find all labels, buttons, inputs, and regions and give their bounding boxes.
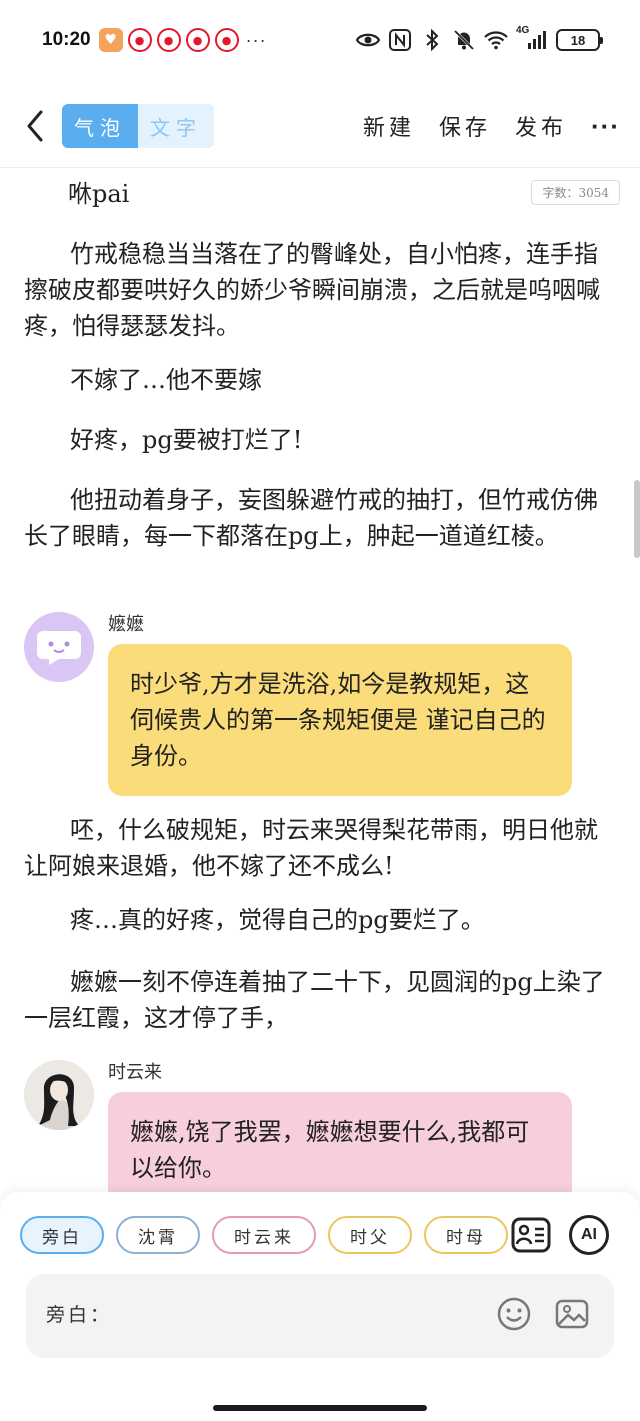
chat-bubble-icon [37, 631, 81, 665]
tab-bubble[interactable]: 气泡 [62, 104, 138, 148]
bluetooth-icon [420, 28, 444, 52]
new-button[interactable]: 新建 [363, 110, 415, 142]
back-button[interactable] [20, 106, 50, 146]
more-menu-button[interactable]: ··· [591, 111, 620, 142]
content-input[interactable] [122, 1294, 482, 1334]
input-box: 旁白： [26, 1274, 614, 1358]
heart-app-icon: ♥ [98, 28, 123, 52]
role-selector: 旁白 沈霄 时云来 时父 时母 [20, 1216, 508, 1254]
nfc-icon [388, 28, 412, 52]
status-bar: 10:20 ♥ ● ● ● ● ··· 4G 18 [0, 0, 640, 80]
image-icon [555, 1299, 589, 1329]
input-role-prefix: 旁白： [46, 1304, 113, 1326]
emoji-button[interactable] [496, 1296, 532, 1332]
toolbar-actions: 新建 保存 发布 ··· [363, 110, 620, 142]
scrollbar-thumb[interactable] [634, 480, 640, 558]
battery-icon: 18 [556, 29, 603, 51]
image-button[interactable] [554, 1296, 590, 1332]
speaker-name: 时云来 [108, 1062, 162, 1083]
ai-button[interactable]: AI [568, 1214, 610, 1256]
weibo-icon: ● [156, 28, 181, 52]
role-chip[interactable]: 时父 [328, 1216, 412, 1254]
bell-off-icon [452, 28, 476, 52]
dialogue-bubble[interactable]: 嬷嬷,饶了我罢，嬷嬷想要什么,我都可以给你。 [108, 1092, 572, 1192]
mode-switch: 气泡 文字 [62, 104, 214, 148]
smiley-icon [497, 1297, 531, 1331]
ai-icon: AI [569, 1215, 609, 1255]
save-button[interactable]: 保存 [439, 110, 491, 142]
role-chip[interactable]: 沈霄 [116, 1216, 200, 1254]
signal-icon: 4G [516, 25, 548, 52]
role-input-panel: 旁白 沈霄 时云来 时父 时母 AI 旁白： [0, 1192, 640, 1421]
weibo-icon: ● [185, 28, 210, 52]
toolbar-divider [0, 167, 640, 168]
dialogue-bubble[interactable]: 时少爷,方才是洗浴,如今是教规矩，这伺候贵人的第一条规矩便是 谨记自己的身份。 [108, 644, 572, 796]
paragraph[interactable]: 好疼，pg要被打烂了! [24, 422, 610, 458]
status-time: 10:20 [42, 29, 91, 50]
system-icons: 4G 18 [356, 25, 603, 52]
word-count-badge: 字数：3054 [531, 180, 620, 205]
character-portrait-icon [24, 1060, 94, 1130]
character-list-button[interactable] [510, 1214, 552, 1256]
more-notifications-icon: ··· [245, 29, 267, 50]
avatar[interactable] [24, 1060, 94, 1130]
paragraph[interactable]: 呸，什么破规矩，时云来哭得梨花带雨，明日他就让阿娘来退婚，他不嫁了还不成么! [24, 812, 610, 884]
tab-text[interactable]: 文字 [138, 104, 214, 148]
paragraph[interactable]: 他扭动着身子，妄图躲避竹戒的抽打，但竹戒仿佛长了眼睛，每一下都落在pg上，肿起一… [24, 482, 610, 554]
eye-icon [356, 28, 380, 52]
paragraph[interactable]: 不嫁了…他不要嫁 [24, 362, 610, 398]
weibo-icon: ● [127, 28, 152, 52]
wifi-icon [484, 28, 508, 52]
role-chip[interactable]: 时云来 [212, 1216, 316, 1254]
document-content[interactable]: 字数：3054 咻pai 竹戒稳稳当当落在了的臀峰处，自小怕疼，连手指擦破皮都要… [0, 170, 640, 1192]
speaker-name: 嬷嬷 [108, 614, 144, 635]
chevron-left-icon [27, 110, 43, 142]
role-chip[interactable]: 时母 [424, 1216, 508, 1254]
publish-button[interactable]: 发布 [515, 110, 567, 142]
paragraph[interactable]: 咻pai [68, 176, 368, 212]
paragraph[interactable]: 嬷嬷一刻不停连着抽了二十下，见圆润的pg上染了一层红霞，这才停了手， [24, 964, 610, 1036]
editor-toolbar: 气泡 文字 新建 保存 发布 ··· [0, 96, 640, 156]
avatar[interactable] [24, 612, 94, 682]
network-type: 4G [516, 25, 530, 36]
contact-card-icon [511, 1217, 551, 1253]
weibo-icon: ● [214, 28, 239, 52]
home-indicator[interactable] [213, 1405, 427, 1411]
role-chip-narrator[interactable]: 旁白 [20, 1216, 104, 1254]
paragraph[interactable]: 竹戒稳稳当当落在了的臀峰处，自小怕疼，连手指擦破皮都要哄好久的娇少爷瞬间崩溃，之… [24, 236, 610, 344]
paragraph[interactable]: 疼…真的好疼，觉得自己的pg要烂了。 [24, 902, 610, 938]
